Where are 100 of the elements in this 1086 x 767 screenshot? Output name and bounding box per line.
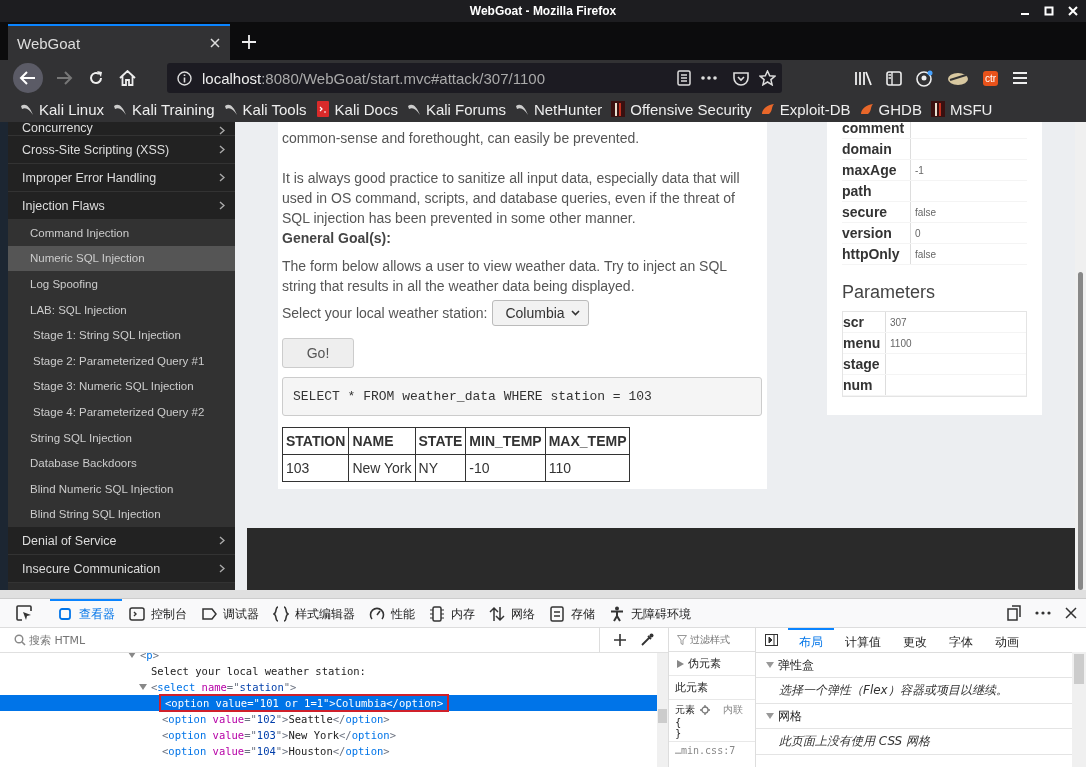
scrollbar[interactable] [1072, 652, 1086, 767]
expand-arrow-icon[interactable] [139, 683, 147, 691]
sidebar-item[interactable]: Numeric SQL Injection [8, 245, 235, 272]
bookmark-item[interactable]: MSFU [930, 100, 993, 118]
window-title: WebGoat - Mozilla Firefox [469, 4, 617, 18]
library-icon[interactable] [854, 70, 872, 86]
devtools-tab[interactable]: 性能 [362, 599, 422, 627]
sidebar-category[interactable]: Injection Flaws [8, 192, 235, 220]
scrollbar[interactable] [1075, 122, 1086, 590]
close-icon[interactable] [1065, 607, 1077, 619]
markup-line[interactable]: <p> [0, 653, 657, 663]
filter-field[interactable]: 过滤样式 [690, 634, 752, 645]
maximize-icon[interactable] [1044, 6, 1054, 16]
devtools-tab[interactable]: 无障碍环境 [602, 599, 698, 627]
bookmark-item[interactable]: Kali Tools [223, 100, 307, 118]
bookmark-item[interactable]: Kali Linux [20, 100, 105, 118]
sidebar-item[interactable]: Stage 3: Numeric SQL Injection [8, 373, 235, 400]
bookmark-item[interactable]: Kali Training [113, 100, 215, 118]
scrollbar[interactable] [657, 653, 668, 767]
sidebar-icon[interactable] [886, 70, 902, 86]
bookmark-item[interactable]: Exploit-DB [760, 100, 851, 118]
section-header[interactable]: 网格 [756, 704, 1072, 729]
section-heading: Parameters [842, 282, 937, 303]
sidebar-tab[interactable]: 更改 [892, 628, 938, 652]
bookmark-item[interactable]: Offensive Security [611, 100, 752, 118]
sidebar-category[interactable]: Insecure Communication [8, 555, 235, 584]
star-icon[interactable] [759, 70, 776, 86]
sidebar-item[interactable]: Database Backdoors [8, 450, 235, 476]
devtools-tab[interactable]: 存储 [542, 599, 602, 627]
devtools-tab[interactable]: 控制台 [122, 599, 194, 627]
memory-icon [429, 606, 445, 622]
station-select[interactable]: Columbia [492, 300, 589, 326]
reader-view-icon[interactable] [677, 70, 691, 86]
markup-line[interactable]: <select name="station"> [0, 679, 657, 695]
sidebar-item[interactable]: Blind String SQL Injection [8, 501, 235, 528]
sidebar-item[interactable]: String SQL Injection [8, 424, 235, 451]
home-icon[interactable] [119, 70, 136, 86]
sidebar-item[interactable]: Blind Numeric SQL Injection [8, 475, 235, 502]
stylesheet-link[interactable]: …min.css:7 [669, 742, 755, 756]
info-icon[interactable] [177, 70, 192, 86]
column-header: STATE [415, 427, 466, 455]
pocket-icon[interactable] [733, 70, 749, 86]
column-header: MIN_TEMP [465, 427, 546, 455]
sidebar-category[interactable]: Concurrency [8, 122, 235, 136]
sidebar-category[interactable]: Cross-Site Scripting (XSS) [8, 136, 235, 164]
sidebar-category[interactable]: Denial of Service [8, 527, 235, 556]
bookmark-item[interactable]: Kali Docs [315, 100, 398, 118]
gear-icon[interactable] [700, 705, 710, 715]
new-tab-icon[interactable] [242, 35, 256, 49]
search-field[interactable]: 搜索 HTML [29, 633, 229, 647]
sidebar-item[interactable]: LAB: SQL Injection [8, 296, 235, 323]
parameter-key: stage [843, 354, 886, 374]
caret-icon [570, 310, 580, 316]
expand-arrow-icon[interactable] [128, 653, 136, 659]
cookie-key: maxAge [842, 160, 911, 180]
sidebar-item[interactable]: Stage 4: Parameterized Query #2 [8, 399, 235, 425]
markup-line[interactable]: <option value="103">New York</option> [0, 727, 657, 743]
toggle-pane-icon[interactable] [765, 634, 778, 646]
forward-icon[interactable] [55, 70, 73, 86]
reload-icon[interactable] [88, 70, 104, 86]
more-icon[interactable] [1035, 611, 1051, 615]
account-icon[interactable] [916, 69, 933, 87]
eyedropper-icon[interactable] [640, 633, 654, 647]
parameter-value: 307 [890, 316, 907, 328]
sidebar-tab[interactable]: 计算值 [834, 628, 892, 652]
back-button[interactable] [13, 63, 43, 93]
address-field[interactable]: localhost:8080/WebGoat/start.mvc#attack/307/1100 [167, 63, 782, 93]
devtools-tab[interactable]: 内存 [422, 599, 482, 627]
go-button[interactable]: Go! [282, 338, 354, 368]
devtools-tab[interactable]: 样式编辑器 [266, 599, 362, 627]
bookmark-item[interactable]: GHDB [859, 100, 922, 118]
pseudo-elements-toggle[interactable]: 伪元素 [669, 652, 755, 676]
section-header[interactable]: 弹性盒 [756, 653, 1072, 678]
devtools-tab[interactable]: 调试器 [194, 599, 266, 627]
devtools-tab[interactable]: 网络 [482, 599, 542, 627]
element-picker-icon[interactable] [16, 605, 32, 621]
dragon-icon [406, 102, 421, 116]
sidebar-item[interactable]: Stage 1: String SQL Injection [8, 322, 235, 348]
menu-icon[interactable] [1012, 71, 1029, 85]
sidebar-tab[interactable]: 字体 [938, 628, 984, 652]
bookmark-item[interactable]: Kali Forums [406, 100, 506, 118]
sidebar-tab[interactable]: 动画 [984, 628, 1030, 652]
add-icon[interactable] [614, 634, 626, 646]
scrollbar[interactable] [0, 590, 1086, 599]
extension-badge[interactable]: ctr [983, 70, 999, 86]
sidebar-category[interactable]: Improper Error Handling [8, 164, 235, 192]
markup-line[interactable]: Select your local weather station: [0, 663, 657, 679]
browser-tab[interactable]: WebGoat [8, 24, 230, 60]
close-tab-icon[interactable] [210, 38, 220, 48]
sidebar-tab[interactable]: 布局 [788, 628, 834, 652]
cookie-value: false [915, 206, 937, 218]
markup-line[interactable]: <option value="102">Seattle</option> [0, 711, 657, 727]
dock-icon[interactable] [1007, 605, 1021, 621]
sidebar-item[interactable]: Log Spoofing [8, 271, 235, 297]
more-icon[interactable] [701, 76, 717, 80]
markup-line[interactable]: <option value="104">Houston</option> [0, 743, 657, 759]
sidebar-item[interactable]: Command Injection [8, 220, 235, 246]
storage-icon [549, 606, 565, 622]
sidebar-item[interactable]: Stage 2: Parameterized Query #1 [8, 347, 235, 374]
bookmark-item[interactable]: NetHunter [514, 100, 603, 118]
